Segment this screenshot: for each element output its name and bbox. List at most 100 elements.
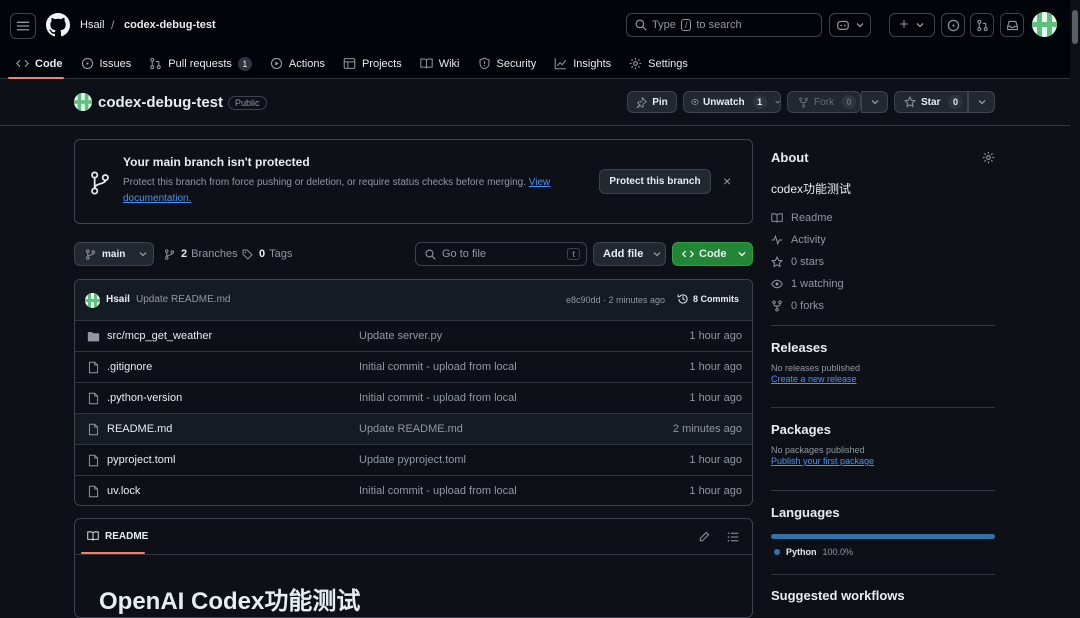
file-name[interactable]: .gitignore	[107, 361, 152, 373]
file-name[interactable]: README.md	[107, 423, 172, 435]
chevron-down-icon	[871, 100, 878, 105]
tab-count: 1	[237, 56, 252, 71]
about-item-label: Activity	[791, 234, 826, 246]
file-name[interactable]: .python-version	[107, 392, 182, 404]
global-search-input[interactable]: Type / to search	[626, 13, 822, 37]
about-item-book[interactable]: Readme	[771, 207, 995, 229]
tab-label: Security	[496, 57, 537, 70]
suggested-workflows-title: Suggested workflows	[771, 588, 905, 603]
chevron-down-icon	[916, 23, 924, 28]
packages-title[interactable]: Packages	[771, 422, 995, 437]
eye-icon	[691, 99, 699, 105]
owner-link[interactable]: Hsail	[80, 19, 104, 31]
releases-title[interactable]: Releases	[771, 340, 995, 355]
file-icon	[87, 423, 100, 436]
suggested-workflows-section: Suggested workflows	[771, 588, 995, 603]
tab-security[interactable]: Security	[469, 48, 546, 79]
copilot-button[interactable]	[829, 13, 871, 37]
tab-code[interactable]: Code	[0, 48, 72, 79]
book-icon	[87, 531, 99, 541]
go-to-file-input[interactable]: Go to file t	[415, 242, 587, 266]
about-item-pulse[interactable]: Activity	[771, 229, 995, 251]
file-commit-message[interactable]: Initial commit - upload from local	[359, 485, 517, 497]
issue-icon	[81, 57, 93, 70]
file-row[interactable]: uv.lock Initial commit - upload from loca…	[75, 475, 752, 505]
branches-label: Branches	[191, 248, 238, 260]
tab-insights[interactable]: Insights	[545, 48, 620, 79]
commit-message[interactable]: Update README.md	[136, 294, 230, 305]
file-row[interactable]: .gitignore Initial commit - upload from l…	[75, 351, 752, 382]
tab-pull-requests[interactable]: Pull requests 1	[140, 48, 261, 79]
readme-panel: README OpenAI Codex功能测试	[74, 518, 753, 618]
table-icon	[343, 58, 356, 69]
pull-requests-button[interactable]	[970, 13, 994, 37]
about-item-star[interactable]: 0 stars	[771, 251, 995, 273]
outline-list-icon[interactable]	[727, 531, 739, 543]
search-suffix: to search	[696, 19, 742, 31]
file-row[interactable]: README.md Update README.md 2 minutes ago	[75, 413, 752, 444]
file-commit-message[interactable]: Initial commit - upload from local	[359, 361, 517, 373]
tab-actions[interactable]: Actions	[261, 48, 334, 79]
file-commit-message[interactable]: Update README.md	[359, 423, 463, 435]
star-button[interactable]: Star 0	[894, 91, 968, 113]
file-row[interactable]: src/mcp_get_weather Update server.py 1 hou…	[75, 320, 752, 351]
menu-button[interactable]	[10, 13, 36, 39]
pin-button[interactable]: Pin	[627, 91, 677, 113]
language-item[interactable]: Python 100.0%	[771, 547, 995, 557]
commit-meta[interactable]: e8c90dd · 2 minutes ago	[566, 295, 665, 305]
star-dropdown-button[interactable]	[968, 91, 995, 113]
tab-issues[interactable]: Issues	[72, 48, 141, 79]
about-item-label: 0 stars	[791, 256, 825, 268]
file-row[interactable]: .python-version Initial commit - upload f…	[75, 382, 752, 413]
pencil-icon[interactable]	[698, 531, 710, 543]
fork-dropdown-button[interactable]	[861, 91, 888, 113]
about-item-label: 0 forks	[791, 300, 825, 312]
languages-section: Languages Python 100.0%	[771, 505, 995, 557]
scrollbar-thumb[interactable]	[1072, 10, 1078, 44]
gear-icon[interactable]	[982, 151, 995, 164]
scrollbar[interactable]	[1070, 0, 1080, 595]
repo-nav: Code Issues Pull requests 1 Actions Projects W…	[0, 48, 697, 79]
branch-selector[interactable]: main	[74, 242, 154, 266]
file-name[interactable]: uv.lock	[107, 485, 140, 497]
tags-link[interactable]: 0 Tags	[242, 248, 292, 260]
repo-title[interactable]: codex-debug-test	[98, 94, 223, 111]
commit-author[interactable]: Hsail	[106, 294, 130, 305]
create-new-button[interactable]: +	[889, 13, 935, 37]
issues-button[interactable]	[941, 13, 965, 37]
readme-tab[interactable]: README	[87, 530, 148, 542]
add-file-button[interactable]: Add file	[593, 242, 666, 266]
readme-tab-label: README	[105, 530, 149, 542]
commits-link[interactable]: 8 Commits	[677, 293, 739, 305]
code-icon	[16, 59, 29, 68]
about-item-eye[interactable]: 1 watching	[771, 273, 995, 295]
file-name[interactable]: pyproject.toml	[107, 454, 175, 466]
documentation-link[interactable]: documentation.	[123, 193, 191, 204]
file-row[interactable]: pyproject.toml Update pyproject.toml 1 hou…	[75, 444, 752, 475]
fork-button[interactable]: Fork 0	[787, 91, 861, 113]
file-commit-message[interactable]: Initial commit - upload from local	[359, 392, 517, 404]
inbox-button[interactable]	[1000, 13, 1024, 37]
file-name[interactable]: src/mcp_get_weather	[107, 330, 212, 342]
about-item-label: Readme	[791, 212, 833, 224]
repo-link[interactable]: codex-debug-test	[124, 19, 216, 31]
divider	[771, 407, 995, 408]
unwatch-button[interactable]: Unwatch 1	[683, 91, 781, 113]
branches-link[interactable]: 2 Branches	[164, 248, 238, 260]
tab-wiki[interactable]: Wiki	[411, 48, 469, 79]
tab-settings[interactable]: Settings	[620, 48, 697, 79]
user-avatar[interactable]	[1032, 12, 1057, 37]
file-commit-message[interactable]: Update pyproject.toml	[359, 454, 466, 466]
view-docs-link[interactable]: View	[529, 177, 551, 188]
dismiss-banner-button[interactable]: ×	[723, 173, 731, 189]
tab-projects[interactable]: Projects	[334, 48, 411, 79]
author-avatar[interactable]	[85, 293, 100, 308]
about-item-fork[interactable]: 0 forks	[771, 295, 995, 317]
shield-icon	[479, 57, 489, 70]
github-logo-icon[interactable]	[46, 13, 70, 37]
create-release-link[interactable]: Create a new release	[771, 374, 857, 384]
file-commit-message[interactable]: Update server.py	[359, 330, 442, 342]
publish-package-link[interactable]: Publish your first package	[771, 456, 874, 466]
code-button[interactable]: Code	[672, 242, 753, 266]
protect-branch-button[interactable]: Protect this branch	[599, 169, 711, 194]
